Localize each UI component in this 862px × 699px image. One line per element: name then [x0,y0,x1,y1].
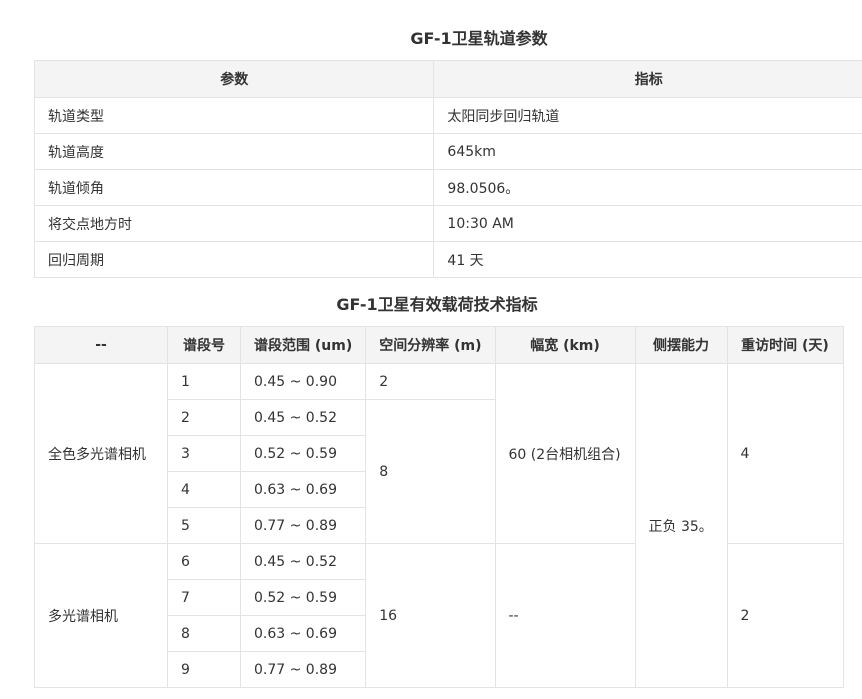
param-value: 645km [433,133,862,170]
column-header: 重访时间 (天) [726,326,844,364]
column-header: 谱段范围 (um) [239,326,367,364]
column-header: 空间分辨率 (m) [365,326,496,364]
page: GF-1卫星轨道参数 参数 指标 轨道类型 太阳同步回归轨道 轨道高度 645k… [0,0,862,699]
payload-specs-table: -- 谱段号 谱段范围 (um) 空间分辨率 (m) 幅宽 (km) 侧摆能力 … [34,326,844,688]
band-number: 9 [167,651,241,688]
column-header: 谱段号 [167,326,241,364]
resolution-pan: 2 [365,363,496,400]
param-value: 太阳同步回归轨道 [433,97,862,134]
camera-name-ms: 多光谱相机 [34,543,168,688]
param-value: 41 天 [433,241,862,278]
table-row: 轨道倾角 98.0506。 [33,169,862,206]
band-range: 0.45 ~ 0.90 [239,363,367,400]
camera-name-pan: 全色多光谱相机 [34,363,168,544]
column-header: 幅宽 (km) [494,326,636,364]
param-value: 10:30 AM [433,205,862,242]
band-range: 0.77 ~ 0.89 [239,507,367,544]
resolution-pan-ms: 8 [365,399,496,544]
param-name: 轨道类型 [33,97,435,134]
band-number: 1 [167,363,241,400]
param-name: 轨道倾角 [33,169,435,206]
table-header-row: -- 谱段号 谱段范围 (um) 空间分辨率 (m) 幅宽 (km) 侧摆能力 … [34,326,844,364]
band-number: 4 [167,471,241,508]
band-range: 0.77 ~ 0.89 [239,651,367,688]
band-range: 0.63 ~ 0.69 [239,615,367,652]
band-number: 7 [167,579,241,616]
param-name: 轨道高度 [33,133,435,170]
orbit-table-title: GF-1卫星轨道参数 [410,29,548,48]
resolution-ms: 16 [365,543,496,688]
table-row: 轨道类型 太阳同步回归轨道 [33,97,862,134]
band-number: 8 [167,615,241,652]
band-range: 0.52 ~ 0.59 [239,435,367,472]
revisit-ms: 2 [726,543,844,688]
column-header: 指标 [433,60,862,98]
band-range: 0.45 ~ 0.52 [239,399,367,436]
band-number: 3 [167,435,241,472]
column-header: 侧摆能力 [634,326,728,364]
column-header: 参数 [33,60,435,98]
band-number: 6 [167,543,241,580]
param-name: 将交点地方时 [33,205,435,242]
table-header-row: 参数 指标 [33,60,862,98]
band-number: 2 [167,399,241,436]
orbit-params-table: 参数 指标 轨道类型 太阳同步回归轨道 轨道高度 645km 轨道倾角 98.0… [33,60,862,278]
band-range: 0.63 ~ 0.69 [239,471,367,508]
revisit-pan: 4 [726,363,844,544]
table-row: 轨道高度 645km [33,133,862,170]
band-number: 5 [167,507,241,544]
table-row: 将交点地方时 10:30 AM [33,205,862,242]
param-name: 回归周期 [33,241,435,278]
payload-table-title: GF-1卫星有效载荷技术指标 [336,295,538,314]
swath-pan: 60 (2台相机组合) [494,363,636,544]
column-header: -- [34,326,168,364]
side-swing: 正负 35。 [634,363,728,688]
swath-ms: -- [494,543,636,688]
table-row: 全色多光谱相机 1 0.45 ~ 0.90 2 60 (2台相机组合) 正负 3… [34,363,844,688]
band-range: 0.45 ~ 0.52 [239,543,367,580]
param-value: 98.0506。 [433,169,862,206]
band-range: 0.52 ~ 0.59 [239,579,367,616]
table-row: 回归周期 41 天 [33,241,862,278]
